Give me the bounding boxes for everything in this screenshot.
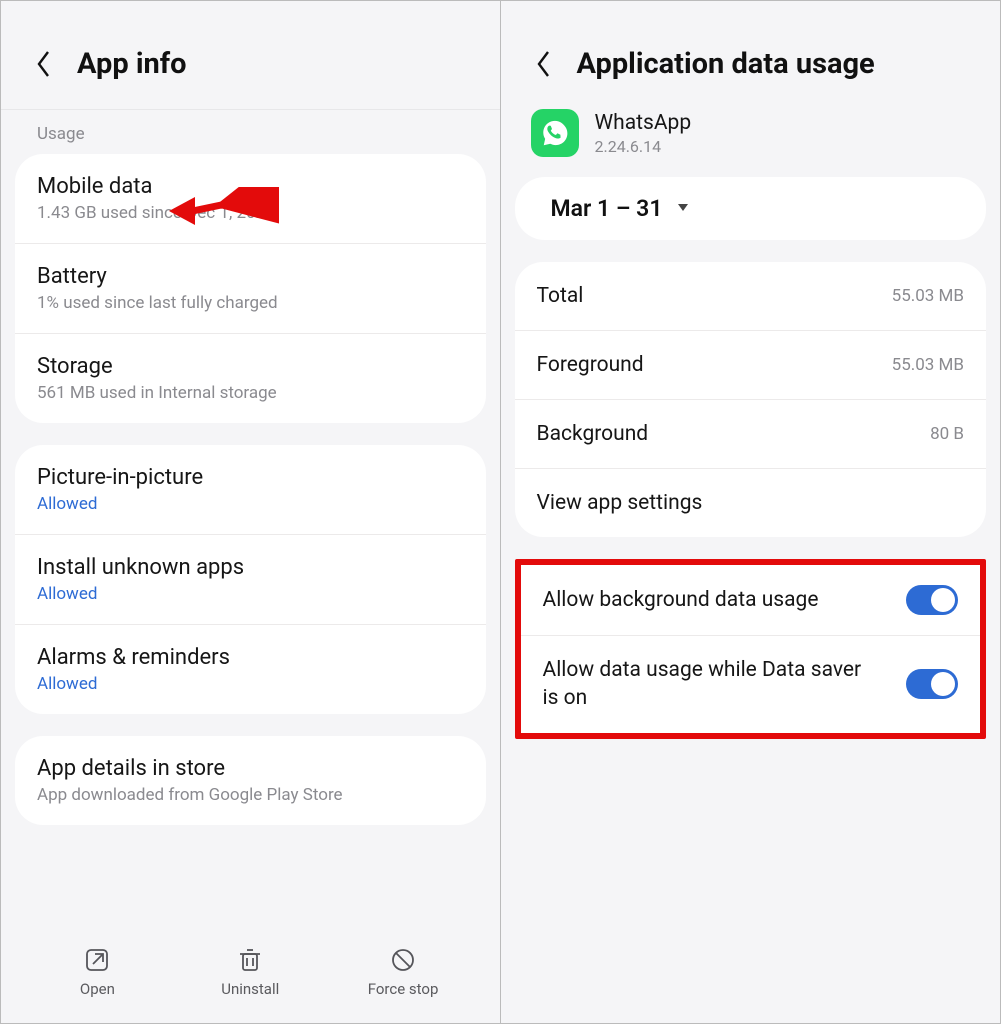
whatsapp-icon bbox=[531, 109, 579, 157]
store-card: App details in store App downloaded from… bbox=[15, 736, 486, 825]
open-button[interactable]: Open bbox=[21, 946, 174, 998]
row-status-link: Allowed bbox=[37, 674, 464, 694]
stat-value: 80 B bbox=[930, 424, 964, 444]
stop-icon bbox=[389, 946, 417, 974]
row-title: Install unknown apps bbox=[37, 555, 464, 580]
row-alarms-reminders[interactable]: Alarms & reminders Allowed bbox=[15, 624, 486, 714]
view-app-settings-link[interactable]: View app settings bbox=[515, 468, 987, 537]
bottom-bar: Open Uninstall Force stop bbox=[1, 927, 500, 1023]
row-battery[interactable]: Battery 1% used since last fully charged bbox=[15, 243, 486, 333]
trash-icon bbox=[236, 946, 264, 974]
row-picture-in-picture[interactable]: Picture-in-picture Allowed bbox=[15, 445, 486, 534]
row-sub: App downloaded from Google Play Store bbox=[37, 785, 464, 805]
section-label-usage: Usage bbox=[1, 110, 500, 154]
stat-label: Foreground bbox=[537, 353, 644, 377]
date-range-selector[interactable]: Mar 1 – 31 bbox=[515, 177, 987, 240]
row-title: Mobile data bbox=[37, 174, 464, 199]
open-label: Open bbox=[80, 980, 115, 998]
back-icon[interactable] bbox=[531, 51, 557, 77]
uninstall-button[interactable]: Uninstall bbox=[174, 946, 327, 998]
header: App info bbox=[1, 1, 500, 109]
force-stop-label: Force stop bbox=[368, 980, 439, 998]
stat-value: 55.03 MB bbox=[892, 355, 964, 375]
page-title: Application data usage bbox=[577, 47, 875, 81]
row-title: Storage bbox=[37, 354, 464, 379]
open-icon bbox=[83, 946, 111, 974]
stat-label: Background bbox=[537, 422, 649, 446]
permissions-card: Picture-in-picture Allowed Install unkno… bbox=[15, 445, 486, 714]
row-install-unknown-apps[interactable]: Install unknown apps Allowed bbox=[15, 534, 486, 624]
row-sub: 1.43 GB used since Dec 1, 2023 bbox=[37, 203, 464, 223]
data-usage-screen: Application data usage WhatsApp 2.24.6.1… bbox=[501, 1, 1001, 1023]
row-mobile-data[interactable]: Mobile data 1.43 GB used since Dec 1, 20… bbox=[15, 154, 486, 243]
row-title: App details in store bbox=[37, 756, 464, 781]
date-range-text: Mar 1 – 31 bbox=[551, 195, 663, 222]
toggle-label: Allow data usage while Data saver is on bbox=[543, 656, 863, 713]
stat-foreground: Foreground 55.03 MB bbox=[515, 330, 987, 399]
row-status-link: Allowed bbox=[37, 584, 464, 604]
row-title: Battery bbox=[37, 264, 464, 289]
view-app-settings-label: View app settings bbox=[537, 491, 703, 515]
annotation-highlight-box: Allow background data usage Allow data u… bbox=[515, 559, 987, 739]
row-title: Alarms & reminders bbox=[37, 645, 464, 670]
row-allow-background-data[interactable]: Allow background data usage bbox=[521, 565, 981, 635]
page-title: App info bbox=[77, 47, 187, 81]
toggle-label: Allow background data usage bbox=[543, 586, 819, 614]
row-storage[interactable]: Storage 561 MB used in Internal storage bbox=[15, 333, 486, 423]
app-info-screen: App info Usage Mobile data 1.43 GB used … bbox=[1, 1, 501, 1023]
usage-card: Mobile data 1.43 GB used since Dec 1, 20… bbox=[15, 154, 486, 423]
force-stop-button[interactable]: Force stop bbox=[327, 946, 480, 998]
row-sub: 1% used since last fully charged bbox=[37, 293, 464, 313]
row-sub: 561 MB used in Internal storage bbox=[37, 383, 464, 403]
stats-card: Total 55.03 MB Foreground 55.03 MB Backg… bbox=[515, 262, 987, 537]
row-status-link: Allowed bbox=[37, 494, 464, 514]
app-header: WhatsApp 2.24.6.14 bbox=[501, 109, 1001, 173]
back-icon[interactable] bbox=[31, 51, 57, 77]
header: Application data usage bbox=[501, 1, 1001, 109]
stat-label: Total bbox=[537, 284, 584, 308]
uninstall-label: Uninstall bbox=[221, 980, 279, 998]
toggle-allow-data-saver[interactable] bbox=[906, 669, 958, 699]
toggle-allow-background-data[interactable] bbox=[906, 585, 958, 615]
row-app-details-in-store[interactable]: App details in store App downloaded from… bbox=[15, 736, 486, 825]
stat-total: Total 55.03 MB bbox=[515, 262, 987, 330]
app-version: 2.24.6.14 bbox=[595, 137, 692, 156]
stat-background: Background 80 B bbox=[515, 399, 987, 468]
row-title: Picture-in-picture bbox=[37, 465, 464, 490]
app-name: WhatsApp bbox=[595, 111, 692, 135]
stat-value: 55.03 MB bbox=[892, 286, 964, 306]
row-allow-data-saver[interactable]: Allow data usage while Data saver is on bbox=[521, 635, 981, 733]
dropdown-caret-icon bbox=[676, 199, 690, 218]
app-meta: WhatsApp 2.24.6.14 bbox=[595, 111, 692, 156]
